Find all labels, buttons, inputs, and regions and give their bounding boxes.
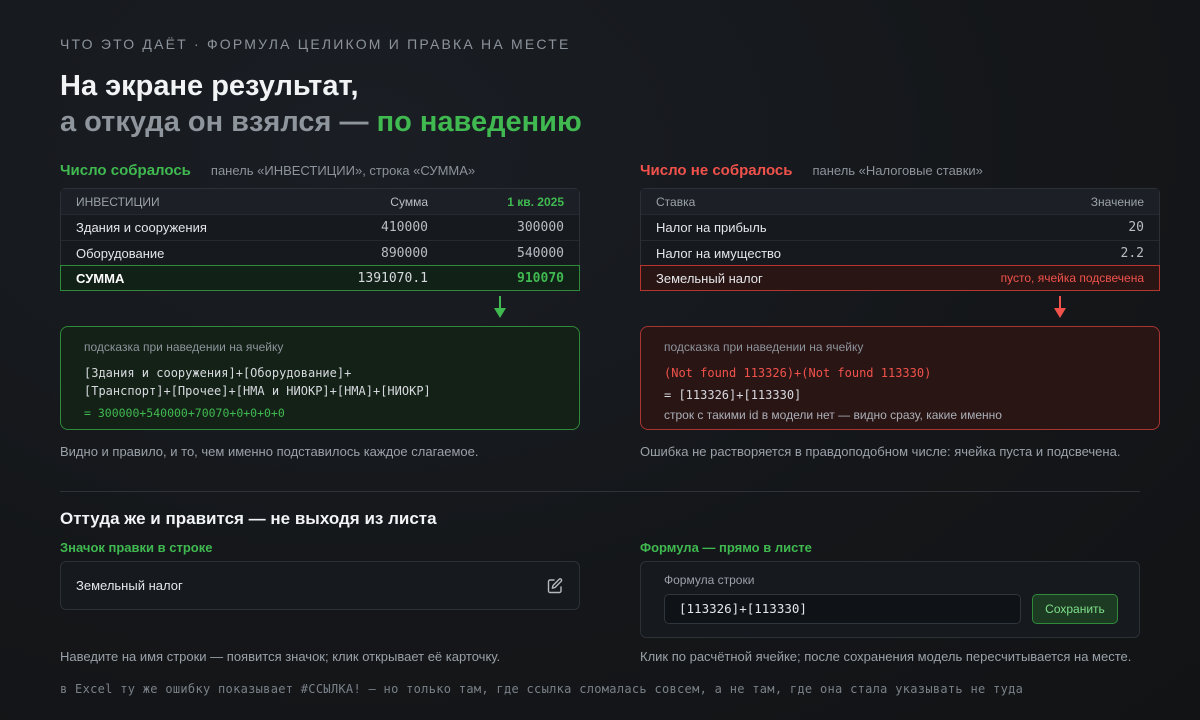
table-cell[interactable]: 300000 <box>428 220 564 235</box>
error-row: Земельный налог пусто, ячейка подсвечена <box>640 265 1160 291</box>
page-title: На экране результат, а откуда он взялся … <box>60 68 582 140</box>
table-row: Налог на имущество 2.2 <box>641 240 1159 266</box>
row-label[interactable]: Налог на прибыль <box>656 220 944 235</box>
table-header-row: ИНВЕСТИЦИИ Сумма 1 кв. 2025 <box>61 189 579 214</box>
left-example-subtitle: панель «ИНВЕСТИЦИИ», строка «СУММА» <box>210 163 476 178</box>
eyebrow-text: ЧТО ЭТО ДАЁТ · ФОРМУЛА ЦЕЛИКОМ И ПРАВКА … <box>60 36 571 52</box>
table-cell[interactable]: 890000 <box>298 246 428 261</box>
title-line-1: На экране результат, <box>60 70 359 102</box>
table-cell[interactable]: 2.2 <box>944 246 1144 261</box>
column-header: ИНВЕСТИЦИИ <box>76 194 160 209</box>
formula-editor: Формула строки [113326]+[113330] Сохрани… <box>640 561 1140 638</box>
row-label[interactable]: Здания и сооружения <box>76 220 298 235</box>
save-button[interactable]: Сохранить <box>1032 594 1118 624</box>
row-label[interactable]: Оборудование <box>76 246 298 261</box>
formula-field-label: Формула строки <box>664 573 755 587</box>
tooltip-label: подсказка при наведении на ячейку <box>84 340 284 354</box>
table-row: Здания и сооружения 410000 300000 <box>61 214 579 240</box>
row-label[interactable]: СУММА <box>76 271 298 286</box>
formula-tooltip: подсказка при наведении на ячейку [Здани… <box>60 326 580 430</box>
column-header: Сумма <box>390 194 428 209</box>
title-line-2-prefix: а откуда он взялся — <box>60 106 377 138</box>
tax-rates-table: Ставка Значение Налог на прибыль 20 Нало… <box>640 188 1160 291</box>
table-row: Оборудование 890000 540000 <box>61 240 579 266</box>
error-tooltip: подсказка при наведении на ячейку (Not f… <box>640 326 1160 430</box>
tooltip-formula-line: [Здания и сооружения]+[Оборудование]+ <box>84 366 352 380</box>
table-row: Налог на прибыль 20 <box>641 214 1159 240</box>
edit-icon[interactable] <box>546 577 564 595</box>
table-cell[interactable]: 410000 <box>298 220 428 235</box>
left-example-title: Число собралось <box>60 162 191 179</box>
table-cell[interactable]: 540000 <box>428 246 564 261</box>
right-example: Число не собралось панель «Налоговые ста… <box>640 162 1160 459</box>
table-cell[interactable]: 20 <box>944 220 1144 235</box>
tooltip-error-line: (Not found 113326)+(Not found 113330) <box>664 366 932 380</box>
right-example-subtitle: панель «Налоговые ставки» <box>812 163 983 178</box>
title-line-2-accent: по наведению <box>376 106 582 138</box>
column-header: Значение <box>1090 194 1144 209</box>
row-label[interactable]: Налог на имущество <box>656 246 944 261</box>
formula-input[interactable]: [113326]+[113330] <box>664 594 1021 624</box>
edit-section-title: Оттуда же и правится — не выходя из лист… <box>60 509 437 528</box>
table-header-row: Ставка Значение <box>641 189 1159 214</box>
footer-note: в Excel ту же ошибку показывает #ССЫЛКА!… <box>60 682 1024 696</box>
table-cell[interactable]: 1391070.1 <box>298 271 428 286</box>
down-arrow-icon <box>1054 296 1066 320</box>
right-example-caption: Ошибка не растворяется в правдоподобном … <box>640 444 1121 459</box>
tooltip-formula-line: [Транспорт]+[Прочее]+[НМА и НИОКР]+[НМА]… <box>84 384 431 398</box>
sum-row: СУММА 1391070.1 910070 <box>60 265 580 291</box>
section-divider <box>60 491 1140 492</box>
tooltip-result: = 300000+540000+70070+0+0+0+0 <box>84 406 285 420</box>
left-example: Число собралось панель «ИНВЕСТИЦИИ», стр… <box>60 162 580 459</box>
formula-subheading: Формула — прямо в листе <box>640 540 812 555</box>
left-example-caption: Видно и правило, и то, чем именно подста… <box>60 444 479 459</box>
investments-table: ИНВЕСТИЦИИ Сумма 1 кв. 2025 Здания и соо… <box>60 188 580 291</box>
right-example-header: Число не собралось панель «Налоговые ста… <box>640 162 1160 182</box>
column-header-period: 1 кв. 2025 <box>507 194 564 209</box>
tooltip-label: подсказка при наведении на ячейку <box>664 340 864 354</box>
column-header: Ставка <box>656 194 696 209</box>
left-example-header: Число собралось панель «ИНВЕСТИЦИИ», стр… <box>60 162 580 182</box>
title-line-2: а откуда он взялся — по наведению <box>60 104 582 140</box>
row-name[interactable]: Земельный налог <box>76 578 546 593</box>
row-edit-preview: Земельный налог <box>60 561 580 610</box>
empty-highlighted-cell[interactable]: пусто, ячейка подсвечена <box>944 271 1144 285</box>
formula-caption: Клик по расчётной ячейке; после сохранен… <box>640 649 1132 664</box>
right-example-title: Число не собралось <box>640 162 793 179</box>
highlighted-sum-cell[interactable]: 910070 <box>428 271 564 286</box>
row-label[interactable]: Земельный налог <box>656 271 944 286</box>
down-arrow-icon <box>494 296 506 320</box>
tooltip-note: строк с такими id в модели нет — видно с… <box>664 408 1002 422</box>
edit-icon-subheading: Значок правки в строке <box>60 540 213 555</box>
edit-icon-caption: Наведите на имя строки — появится значок… <box>60 649 501 664</box>
tooltip-ids-line: = [113326]+[113330] <box>664 388 802 402</box>
